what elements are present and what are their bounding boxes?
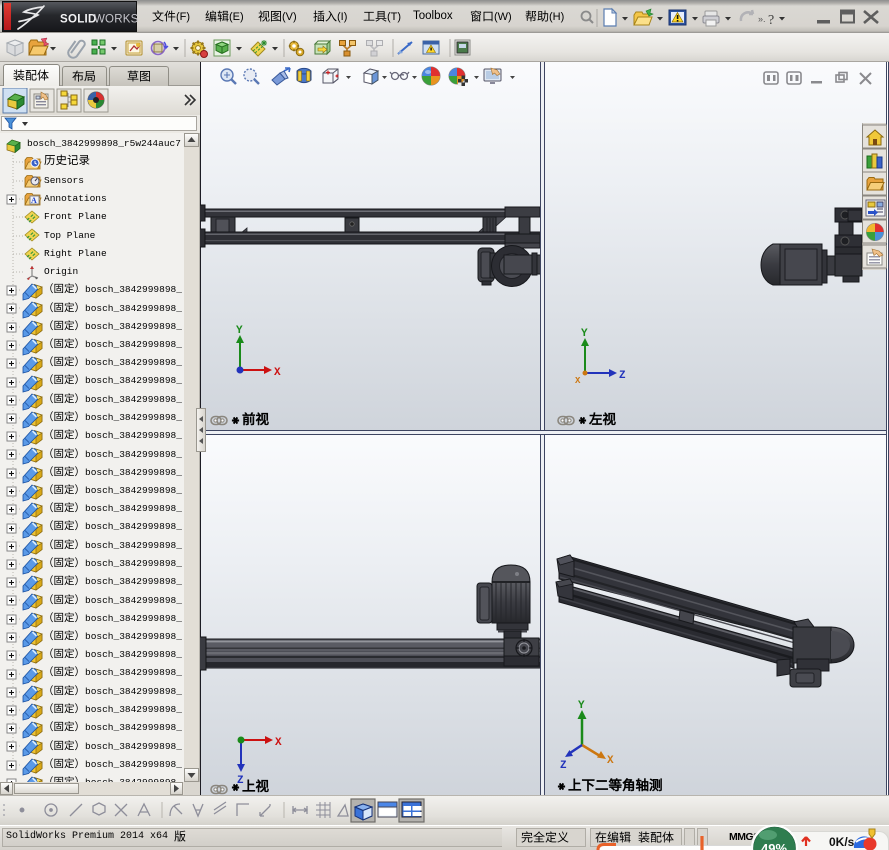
svg-text:X: X [274,367,281,379]
svg-text:X: X [607,755,614,767]
svg-text:Z: Z [560,760,567,772]
svg-text:SOLID: SOLID [60,14,97,26]
svg-text:Y: Y [578,700,585,712]
svg-text:X: X [575,376,581,386]
svg-text:A: A [31,196,37,205]
svg-text:».: ». [758,14,766,24]
svg-text:49%: 49% [761,841,787,850]
svg-text:Y: Y [236,325,243,337]
svg-text:?: ? [768,13,774,28]
svg-text:X: X [275,737,282,749]
svg-text:WORKS: WORKS [94,14,139,26]
svg-text:0K/s: 0K/s [829,835,855,849]
svg-text:Y: Y [581,328,588,340]
svg-text:Z: Z [619,370,626,382]
